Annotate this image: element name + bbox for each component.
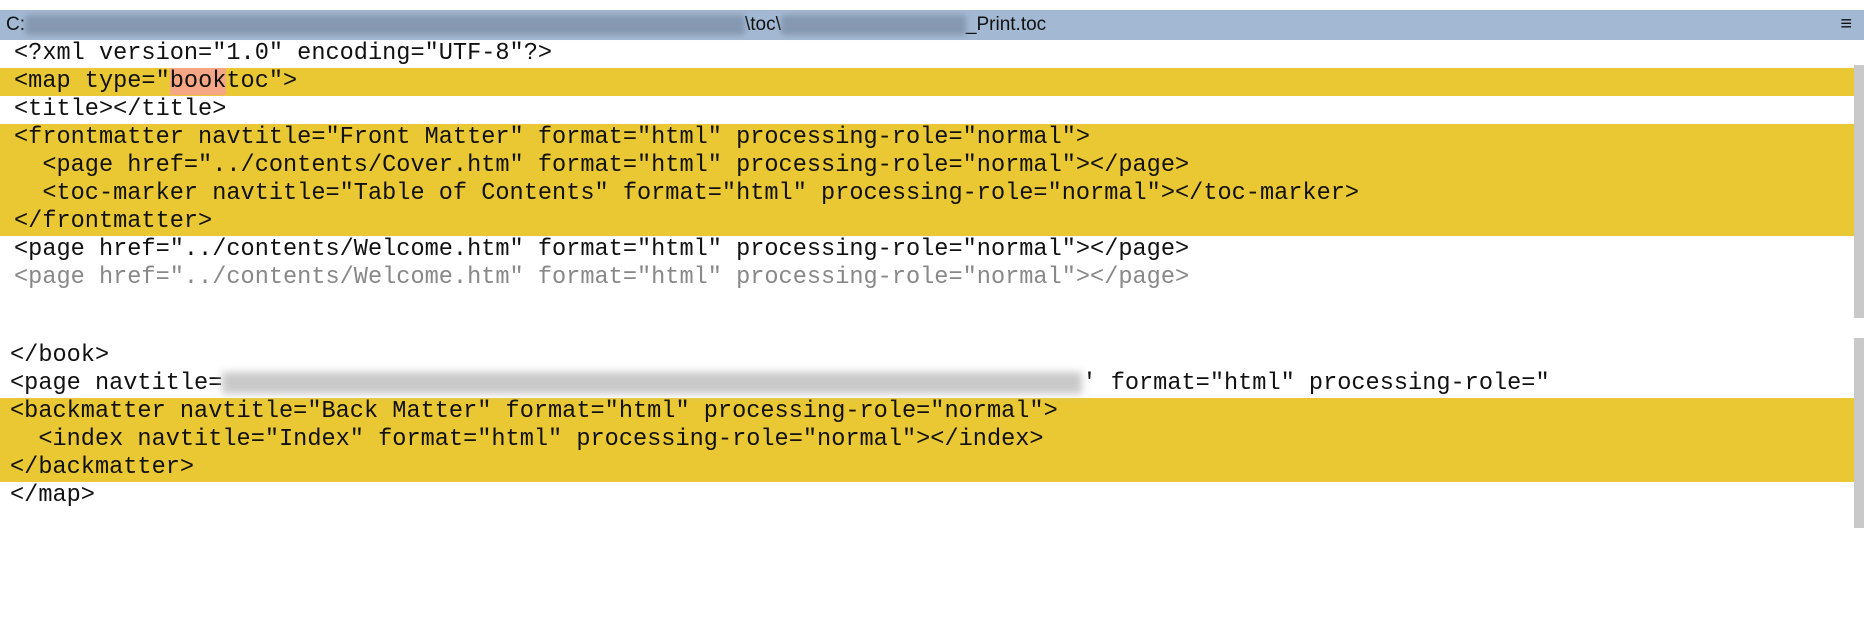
path-filename: _Print.toc	[965, 14, 1047, 35]
code-line: </book>	[10, 342, 110, 369]
code-text: ' format="html" processing-role="	[1082, 370, 1550, 397]
file-path: C: \toc\ _Print.toc	[6, 14, 1046, 36]
code-line-highlighted: <backmatter navtitle="Back Matter" forma…	[0, 398, 1864, 426]
path-folder: \toc\	[745, 14, 781, 35]
code-line-highlighted: <page href="../contents/Cover.htm" forma…	[0, 152, 1864, 180]
title-bar: C: \toc\ _Print.toc ≡	[0, 10, 1864, 40]
code-line-partial: <page href="../contents/Welcome.htm" for…	[14, 264, 1190, 291]
blurred-filename	[780, 14, 966, 35]
code-line: <?xml version="1.0" encoding="UTF-8"?>	[14, 40, 553, 67]
code-line-partial	[0, 328, 1864, 342]
blurred-path	[25, 14, 745, 35]
path-drive: C:	[6, 14, 25, 35]
scrollbar[interactable]	[1854, 338, 1864, 528]
search-match: book	[169, 68, 227, 95]
scrollbar[interactable]	[1854, 65, 1864, 318]
editor-pane-top[interactable]: <?xml version="1.0" encoding="UTF-8"?> <…	[0, 40, 1864, 318]
code-line: </map>	[10, 482, 95, 509]
code-line: <page navtitle= ' format="html" processin…	[0, 370, 1864, 398]
code-line: <page href="../contents/Welcome.htm" for…	[14, 236, 1190, 263]
menu-icon[interactable]: ≡	[1840, 13, 1852, 36]
code-text: <map type="	[14, 68, 170, 95]
code-line-highlighted: </frontmatter>	[0, 208, 1864, 236]
code-line-highlighted: </backmatter>	[0, 454, 1864, 482]
code-text: <page navtitle=	[10, 370, 223, 397]
code-line-highlighted: <frontmatter navtitle="Front Matter" for…	[0, 124, 1864, 152]
code-line-highlighted: <toc-marker navtitle="Table of Contents"…	[0, 180, 1864, 208]
code-line-highlighted: <index navtitle="Index" format="html" pr…	[0, 426, 1864, 454]
code-line: <title></title>	[14, 96, 227, 123]
blurred-text	[222, 371, 1083, 394]
code-line-highlighted: <map type="booktoc">	[0, 68, 1864, 96]
editor-pane-bottom[interactable]: </book> <page navtitle= ' format="html" p…	[0, 328, 1864, 528]
code-text: toc">	[226, 68, 298, 95]
